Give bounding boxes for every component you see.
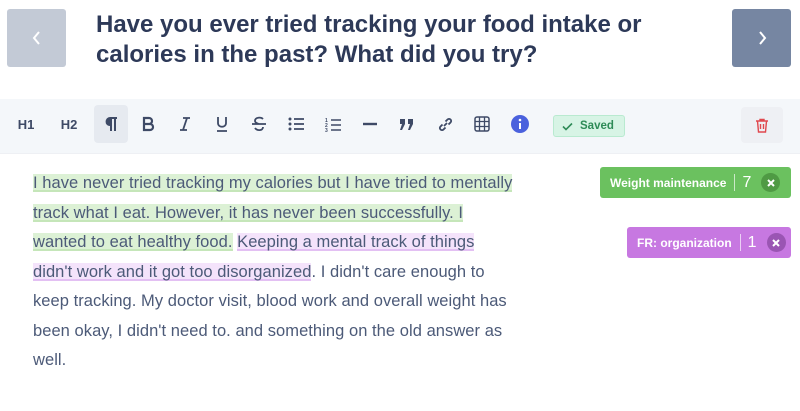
delete-button[interactable] (741, 107, 783, 143)
next-button[interactable] (732, 9, 791, 67)
remove-tag-button[interactable] (766, 233, 786, 252)
bold-icon (142, 116, 155, 132)
table-icon (474, 116, 490, 132)
ordered-list-button[interactable]: 123 (316, 105, 350, 143)
svg-text:3: 3 (325, 128, 328, 132)
remove-tag-button[interactable] (761, 173, 781, 192)
tag-weight-maintenance[interactable]: Weight maintenance 7 (600, 167, 791, 198)
ordered-list-icon: 123 (325, 118, 341, 132)
bullet-list-button[interactable] (279, 105, 313, 143)
quote-icon (400, 119, 413, 130)
check-icon (562, 122, 573, 131)
horizontal-rule-button[interactable] (353, 105, 387, 143)
tag-count: 7 (742, 173, 752, 191)
heading-2-button[interactable]: H2 (52, 105, 86, 143)
question-title: Have you ever tried tracking your food i… (96, 11, 642, 68)
trash-icon (756, 118, 768, 133)
heading-1-button[interactable]: H1 (9, 105, 43, 143)
bullet-list-icon (288, 117, 304, 131)
paragraph-button[interactable] (94, 105, 128, 143)
previous-button[interactable] (7, 9, 66, 67)
saved-label: Saved (580, 120, 614, 132)
paragraph-icon (105, 117, 117, 131)
table-button[interactable] (465, 105, 499, 143)
tag-divider (734, 174, 736, 191)
italic-button[interactable] (168, 105, 202, 143)
tag-label: FR: organization (637, 235, 732, 250)
tag-divider (739, 234, 741, 251)
tag-count: 1 (747, 233, 757, 251)
strikethrough-icon (252, 116, 266, 132)
tag-label: Weight maintenance (610, 175, 727, 190)
saved-status-badge: Saved (553, 115, 625, 137)
horizontal-rule-icon (363, 122, 377, 126)
link-icon (438, 117, 452, 131)
italic-icon (180, 117, 190, 131)
underline-icon (217, 117, 227, 132)
tag-fr-organization[interactable]: FR: organization 1 (627, 227, 791, 258)
bold-button[interactable] (131, 105, 165, 143)
info-icon (511, 115, 529, 133)
chevron-right-icon (758, 31, 766, 45)
close-icon (772, 238, 780, 247)
close-icon (767, 178, 775, 187)
link-button[interactable] (428, 105, 462, 143)
strikethrough-button[interactable] (242, 105, 276, 143)
underline-button[interactable] (205, 105, 239, 143)
editor-toolbar: H1 H2 123 Saved (0, 99, 800, 154)
info-button[interactable] (503, 105, 537, 143)
chevron-left-icon (32, 31, 40, 45)
blockquote-button[interactable] (390, 105, 424, 143)
answer-text-editor[interactable]: I have never tried tracking my calories … (33, 169, 513, 376)
